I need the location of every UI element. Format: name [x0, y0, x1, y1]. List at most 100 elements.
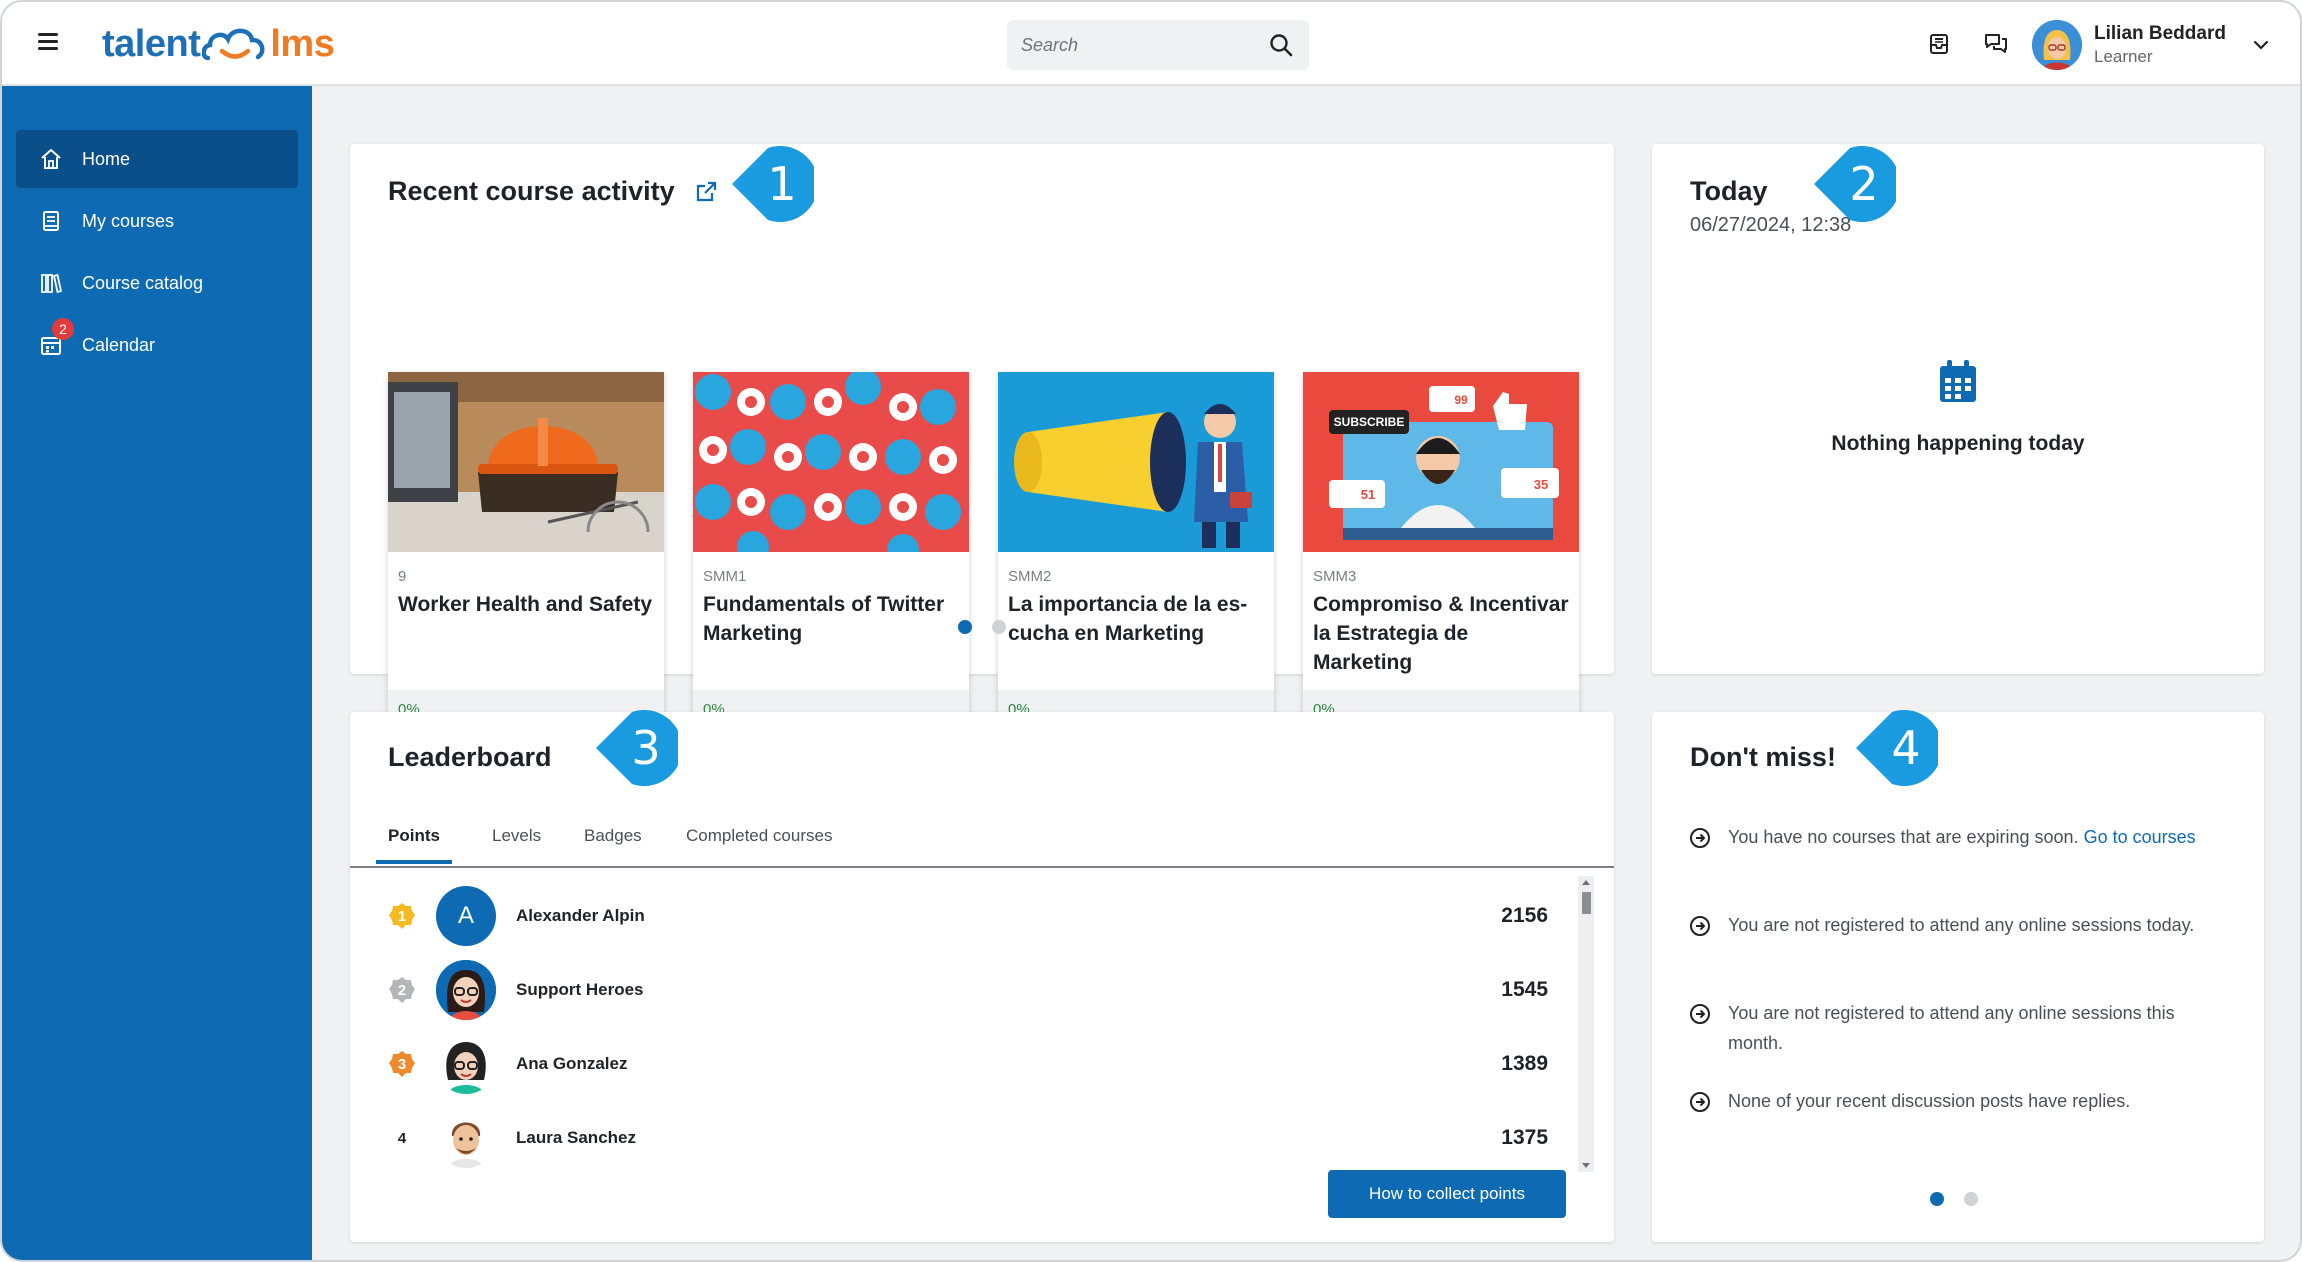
- arrow-circle-icon: [1690, 1092, 1710, 1112]
- tab-levels[interactable]: Levels: [492, 826, 541, 860]
- sidebar-item-home[interactable]: Home: [16, 130, 298, 188]
- dont-miss-title: Don't miss!: [1690, 742, 1836, 772]
- sidebar-item-label: Course catalog: [82, 272, 204, 293]
- scrollbar-thumb[interactable]: [1582, 892, 1591, 914]
- dont-miss-item: None of your recent discussion posts hav…: [1688, 1086, 2228, 1116]
- app-window: talent lms Search Lilian Beddard Learner…: [0, 0, 2302, 1262]
- course-code: SMM3: [1313, 568, 1357, 585]
- search-input[interactable]: [1007, 20, 1261, 70]
- dont-miss-text: You have no courses that are expiring so…: [1728, 822, 2196, 852]
- leaderboard-row[interactable]: 3 Ana Gonzalez 1389: [350, 1028, 1614, 1100]
- leaderboard-row[interactable]: 2 Support Heroes 1545: [350, 954, 1614, 1026]
- callout-number: 2: [1849, 157, 1879, 211]
- course-thumbnail-influencer: SUBSCRIBE 99 51 35: [1303, 372, 1579, 552]
- avatar-initial: A: [457, 902, 474, 929]
- chevron-down-icon[interactable]: [2252, 36, 2270, 54]
- logo-text-left: talent: [102, 22, 201, 65]
- dont-miss-card: Don't miss! 4 You have no courses that a…: [1652, 710, 2264, 1242]
- inbox-icon[interactable]: [1924, 29, 1954, 59]
- dont-miss-text: None of your recent discussion posts hav…: [1728, 1091, 2131, 1111]
- external-link-icon[interactable]: [694, 180, 718, 204]
- rank-number: 1: [397, 907, 407, 925]
- today-empty-message: Nothing happening today: [1831, 432, 2085, 455]
- course-code: SMM1: [703, 568, 747, 585]
- scroll-down-arrow-icon[interactable]: [1581, 1162, 1591, 1170]
- dont-miss-item: You have no courses that are expiring so…: [1688, 822, 2228, 852]
- thumb-likes-count: 99: [1454, 393, 1468, 407]
- rank-plain: 4: [388, 1124, 416, 1152]
- rank-badge-silver: 2: [388, 976, 416, 1004]
- top-header: talent lms Search Lilian Beddard Learner: [2, 2, 2300, 86]
- sidebar-item-course-catalog[interactable]: Course catalog: [16, 254, 298, 312]
- tab-completed-courses[interactable]: Completed courses: [686, 826, 832, 860]
- course-tile[interactable]: SMM2 La importancia de la es-cucha en Ma…: [998, 372, 1274, 728]
- talentlms-logo[interactable]: talent lms: [102, 20, 335, 68]
- leaderboard-name: Laura Sanchez: [516, 1128, 636, 1147]
- avatar: [436, 1108, 496, 1168]
- chat-icon[interactable]: [1981, 29, 2011, 59]
- leaderboard-scrollbar[interactable]: [1578, 876, 1594, 1172]
- sidebar-item-label: Calendar: [82, 334, 156, 355]
- dont-miss-item: You are not registered to attend any onl…: [1688, 910, 2228, 940]
- leaderboard-tabs: Points Levels Badges Completed courses: [350, 812, 1614, 868]
- how-to-collect-points-button[interactable]: How to collect points: [1328, 1170, 1566, 1218]
- user-role: Learner: [2094, 47, 2153, 66]
- dont-miss-message: You have no courses that are expiring so…: [1728, 827, 2084, 847]
- course-code: SMM2: [1008, 568, 1052, 585]
- dont-miss-item: You are not registered to attend any onl…: [1688, 998, 2228, 1058]
- course-tile[interactable]: SUBSCRIBE 99 51 35 SMM3 Compromiso & Inc…: [1303, 372, 1579, 728]
- callout-marker-2: 2: [1814, 144, 1896, 224]
- search-icon[interactable]: [1261, 25, 1301, 65]
- sidebar-item-my-courses[interactable]: My courses: [16, 192, 298, 250]
- course-name: Worker Health and Safety: [398, 593, 653, 616]
- search-box: [1007, 20, 1309, 70]
- leaderboard-row[interactable]: 4 Laura Sanchez 1375: [350, 1102, 1614, 1174]
- go-to-courses-link[interactable]: Go to courses: [2084, 827, 2196, 847]
- carousel-dot[interactable]: [992, 620, 1006, 634]
- sidebar-item-calendar[interactable]: 2 Calendar: [16, 316, 298, 374]
- course-thumbnail-likes: [693, 372, 969, 552]
- leaderboard-name: Alexander Alpin: [516, 906, 645, 925]
- carousel-dot[interactable]: [958, 620, 972, 634]
- leaderboard-name: Ana Gonzalez: [516, 1054, 628, 1073]
- carousel-pagination: [958, 620, 1006, 634]
- callout-marker-1: 1: [732, 144, 814, 224]
- course-tile[interactable]: SMM1 Fundamentals of Twitter Marketing 0…: [693, 372, 969, 728]
- recent-course-activity-card: Recent course activity 1 9 Worker Health…: [350, 144, 1614, 728]
- carousel-dot[interactable]: [1964, 1192, 1978, 1206]
- leaderboard-title: Leaderboard: [388, 742, 552, 772]
- avatar: [436, 1034, 496, 1094]
- carousel-dot[interactable]: [1930, 1192, 1944, 1206]
- scroll-up-arrow-icon[interactable]: [1581, 878, 1591, 886]
- avatar: A: [436, 886, 496, 946]
- callout-number: 1: [767, 157, 797, 211]
- calendar-icon: [1940, 360, 1976, 402]
- tab-points[interactable]: Points: [376, 826, 452, 864]
- catalog-icon: [38, 270, 64, 296]
- rank-number: 2: [397, 981, 407, 999]
- course-name: Compromiso & Incentivar la Estrategia de…: [1313, 593, 1569, 674]
- callout-number: 3: [631, 721, 661, 775]
- course-thumbnail-helmet: [388, 372, 664, 552]
- thumb-subscribe-label: SUBSCRIBE: [1334, 415, 1405, 429]
- tab-badges[interactable]: Badges: [584, 826, 642, 860]
- sidebar: Home My courses Course catalog 2 Calenda…: [2, 86, 312, 1260]
- sidebar-item-label: Home: [82, 148, 131, 169]
- leaderboard-points: 1375: [1501, 1126, 1548, 1149]
- logo-text-right: lms: [270, 22, 335, 65]
- leaderboard-points: 2156: [1501, 904, 1548, 927]
- cloud-logo-icon: [202, 28, 265, 61]
- menu-toggle-icon[interactable]: [38, 33, 60, 51]
- leaderboard-card: Leaderboard 3 Points Levels Badges Compl…: [350, 710, 1614, 1242]
- callout-marker-4: 4: [1856, 708, 1938, 788]
- avatar: [436, 960, 496, 1020]
- leaderboard-row[interactable]: 1 A Alexander Alpin 2156: [350, 880, 1614, 952]
- recent-activity-title: Recent course activity: [388, 176, 675, 206]
- course-name: Fundamentals of Twitter Marketing: [703, 593, 945, 645]
- home-icon: [38, 146, 64, 172]
- course-tile[interactable]: 9 Worker Health and Safety 0%: [388, 372, 664, 728]
- rank-badge-gold: 1: [388, 902, 416, 930]
- rank-badge-bronze: 3: [388, 1050, 416, 1078]
- user-menu[interactable]: Lilian Beddard Learner: [2032, 16, 2282, 74]
- leaderboard-name: Support Heroes: [516, 980, 644, 999]
